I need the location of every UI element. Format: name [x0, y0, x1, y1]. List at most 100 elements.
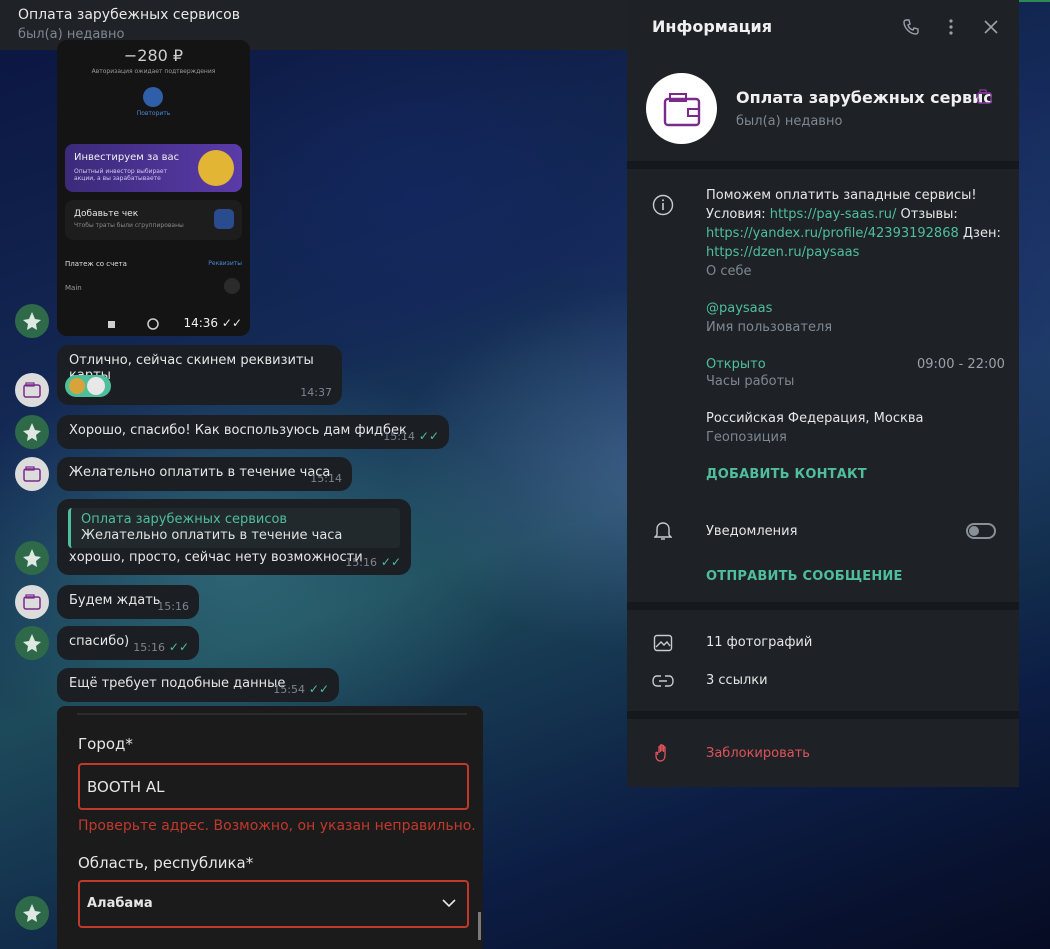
image-auth-text: Авторизация ожидает подтверждения — [91, 68, 216, 75]
notifications-label: Уведомления — [706, 524, 798, 539]
address-error: Проверьте адрес. Возможно, он указан неп… — [78, 818, 476, 834]
image-promo-sub: Опытный инвестор выбирает акции, а вы за… — [74, 168, 168, 182]
account-icon — [224, 278, 240, 294]
block-hand-icon — [652, 742, 674, 764]
more-vertical-icon[interactable] — [941, 17, 961, 37]
username-value[interactable]: @paysaas — [706, 299, 772, 318]
message-text: хорошо, просто, сейчас нету возможности — [69, 550, 363, 565]
message-time: 15:54 — [273, 683, 305, 696]
message-bubble[interactable]: Ещё требует подобные данные 15:54 ✓✓ — [57, 668, 339, 702]
thumbs-up-reaction-icon — [69, 378, 85, 394]
form-divider — [77, 713, 467, 715]
read-checkmarks-icon: ✓✓ — [308, 682, 329, 696]
image-time: 14:36 ✓✓ — [183, 316, 242, 330]
toggle-knob — [969, 526, 979, 536]
section-divider — [627, 711, 1019, 719]
username-label: Имя пользователя — [706, 320, 833, 335]
contact-avatar[interactable] — [15, 373, 49, 407]
image-check-sub: Чтобы траты были сгруппированы — [74, 222, 184, 229]
message-bubble[interactable]: спасибо) 15:16 ✓✓ — [57, 626, 199, 660]
chevron-down-icon — [442, 899, 456, 908]
my-avatar[interactable] — [15, 304, 49, 338]
notifications-toggle[interactable] — [966, 523, 996, 539]
reply-text: Желательно оплатить в течение часа — [81, 528, 343, 543]
screenshot-image-message[interactable]: −280 ₽ Авторизация ожидает подтверждения… — [57, 40, 250, 336]
bio-link-dzen[interactable]: https://dzen.ru/paysaas — [706, 245, 859, 260]
panel-title: Информация — [652, 17, 772, 36]
profile-name: Оплата зарубежных сервис — [736, 88, 993, 107]
message-bubble[interactable]: Будем ждать 15:16 — [57, 585, 199, 619]
bell-icon — [652, 520, 674, 542]
info-icon — [652, 194, 674, 216]
bio-conditions: Условия: — [706, 207, 766, 222]
message-time: 15:14 — [383, 430, 415, 443]
region-label: Область, республика* — [78, 854, 254, 872]
add-contact-button[interactable]: ДОБАВИТЬ КОНТАКТ — [706, 467, 867, 482]
city-label: Город* — [78, 735, 133, 753]
region-select: Алабама — [78, 880, 469, 928]
photo-icon — [652, 632, 674, 654]
repeat-icon — [143, 87, 163, 107]
message-time: 15:16 — [133, 641, 165, 654]
bio-reviews: Отзывы: — [900, 207, 958, 222]
info-panel-header: Информация — [627, 0, 1019, 54]
block-button[interactable]: Заблокировать — [706, 744, 810, 763]
chat-title: Оплата зарубежных сервисов — [18, 7, 240, 23]
contact-avatar[interactable] — [15, 457, 49, 491]
bio-line: Поможем оплатить западные сервисы! — [706, 188, 977, 203]
bio-link-yandex[interactable]: https://yandex.ru/profile/42393192868 — [706, 226, 959, 241]
message-text: Желательно оплатить в течение часа — [69, 465, 331, 480]
section-divider — [627, 602, 1019, 610]
bio-link-site[interactable]: https://pay-saas.ru/ — [770, 207, 897, 222]
qr-icon — [214, 209, 234, 229]
message-text: Будем ждать — [69, 593, 161, 608]
hours-status[interactable]: Открыто — [706, 355, 766, 374]
bio-text: Поможем оплатить западные сервисы! Услов… — [706, 186, 1006, 262]
read-checkmarks-icon: ✓✓ — [418, 429, 439, 443]
reply-author: Оплата зарубежных сервисов — [81, 512, 288, 527]
image-account-label: Main — [65, 284, 82, 292]
hours-range: 09:00 - 22:00 — [917, 357, 1005, 372]
image-requisites-label: Реквизиты — [208, 260, 242, 267]
close-icon[interactable] — [981, 17, 1001, 37]
message-text: спасибо) — [69, 634, 130, 649]
message-reactions[interactable] — [65, 375, 111, 397]
image-promo-title: Инвестируем за вас — [74, 152, 180, 163]
bio-label: О себе — [706, 264, 752, 279]
message-text: Хорошо, спасибо! Как воспользуюсь дам фи… — [69, 423, 407, 438]
send-message-button[interactable]: ОТПРАВИТЬ СООБЩЕНИЕ — [706, 569, 903, 584]
location-label: Геопозиция — [706, 430, 787, 445]
phone-icon[interactable] — [901, 17, 921, 37]
image-check-card: Добавьте чек Чтобы траты были сгруппиров… — [65, 200, 242, 240]
profile-status: был(а) недавно — [736, 114, 843, 129]
photos-link[interactable]: 11 фотографий — [706, 633, 812, 652]
image-amount: −280 ₽ — [123, 46, 184, 65]
region-value: Алабама — [87, 896, 153, 911]
message-time: 15:16 — [157, 600, 189, 613]
my-avatar[interactable] — [15, 415, 49, 449]
image-promo-card: Инвестируем за вас Опытный инвестор выби… — [65, 144, 242, 192]
read-checkmarks-icon: ✓✓ — [168, 640, 189, 654]
image-repeat-label: Повторить — [136, 110, 171, 117]
location-value[interactable]: Российская Федерация, Москва — [706, 409, 923, 428]
reply-quote[interactable]: Оплата зарубежных сервисов Желательно оп… — [68, 508, 400, 548]
message-bubble[interactable]: Хорошо, спасибо! Как воспользуюсь дам фи… — [57, 415, 449, 449]
city-field: BOOTH AL — [78, 763, 469, 810]
contact-avatar[interactable] — [15, 585, 49, 619]
wallet-badge-icon — [977, 89, 992, 104]
my-avatar[interactable] — [15, 626, 49, 660]
links-link[interactable]: 3 ссылки — [706, 671, 768, 690]
my-avatar[interactable] — [15, 541, 49, 575]
bio-dzen: Дзен: — [962, 226, 1001, 241]
read-checkmarks-icon: ✓✓ — [380, 555, 401, 569]
hours-label: Часы работы — [706, 374, 795, 389]
form-scrollbar — [478, 912, 481, 940]
image-payment-label: Платеж со счета — [65, 260, 127, 268]
my-avatar[interactable] — [15, 896, 49, 930]
profile-avatar[interactable] — [646, 73, 717, 144]
promo-logo-icon — [198, 150, 234, 186]
message-time: 15:14 — [310, 472, 342, 485]
form-image-message[interactable]: Город* BOOTH AL Проверьте адрес. Возможн… — [57, 706, 483, 949]
message-time: 15:16 — [345, 556, 377, 569]
message-bubble[interactable]: Желательно оплатить в течение часа 15:14 — [57, 457, 352, 491]
